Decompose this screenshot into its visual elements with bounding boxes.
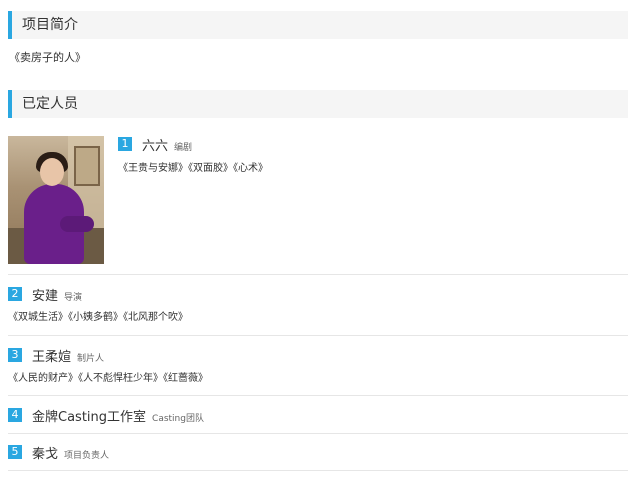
rank-badge: 2	[8, 287, 22, 301]
divider	[8, 433, 628, 434]
project-summary-text: 《卖房子的人》	[9, 51, 86, 64]
member-role: 导演	[64, 293, 83, 303]
rank-badge: 1	[118, 137, 132, 151]
divider	[8, 395, 628, 396]
section-header-summary: 项目简介	[8, 11, 628, 39]
member-works: 《王贵与安娜》《双面胶》《心术》	[118, 163, 268, 174]
divider	[8, 274, 628, 275]
member-name: 秦戈	[32, 447, 59, 462]
member-name: 金牌Casting工作室	[32, 410, 147, 425]
member-works: 《人民的财产》《人不彪悍枉少年》《红蔷薇》	[8, 373, 208, 384]
member-name: 王柔媗	[32, 350, 72, 365]
member-works: 《双城生活》《小姨多鹤》《北风那个吹》	[8, 312, 188, 323]
section-header-crew: 已定人员	[8, 90, 628, 118]
member-role: 编剧	[174, 143, 193, 153]
rank-badge: 4	[8, 408, 22, 422]
section-title: 项目简介	[22, 17, 78, 33]
member-name: 安建	[32, 289, 59, 304]
rank-badge: 3	[8, 348, 22, 362]
member-role: 制片人	[77, 354, 105, 364]
crew-photo	[8, 136, 104, 264]
section-title: 已定人员	[22, 96, 78, 112]
member-name: 六六	[142, 139, 169, 154]
divider	[8, 470, 628, 471]
member-role: Casting团队	[152, 414, 204, 424]
rank-badge: 5	[8, 445, 22, 459]
divider	[8, 335, 628, 336]
member-role: 项目负责人	[64, 451, 110, 461]
